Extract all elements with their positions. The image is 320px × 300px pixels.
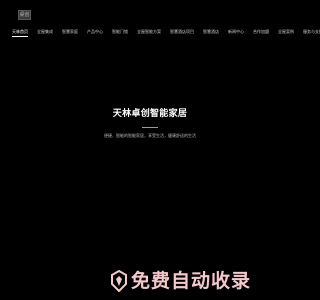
site-header: 桌创 天林首页 全屋集成 智慧家庭 产品中心 智能门锁 全屋智能方案 智慧酒店项… bbox=[0, 0, 320, 37]
nav-item-home[interactable]: 天林首页 bbox=[12, 28, 28, 37]
nav-item-smart-home[interactable]: 智慧家庭 bbox=[62, 28, 78, 36]
watermark-logo-icon bbox=[111, 270, 127, 292]
watermark: 免费自动收录 bbox=[110, 266, 300, 296]
nav-item-solutions[interactable]: 全屋智能方案 bbox=[137, 28, 161, 36]
logo-text: 桌创 bbox=[19, 11, 30, 18]
site-logo[interactable]: 桌创 bbox=[18, 10, 31, 20]
nav-item-smart-lock[interactable]: 智能门锁 bbox=[112, 28, 128, 36]
nav-item-support[interactable]: 服务与支持 bbox=[303, 28, 320, 36]
nav-item-smart-hotel[interactable]: 智慧酒店 bbox=[203, 28, 219, 36]
hero-divider bbox=[142, 127, 158, 128]
nav-item-news[interactable]: 新闻中心 bbox=[228, 28, 244, 36]
nav-item-franchise[interactable]: 合作加盟 bbox=[253, 28, 269, 36]
main-nav: 天林首页 全屋集成 智慧家庭 产品中心 智能门锁 全屋智能方案 智慧酒店项目 智… bbox=[12, 28, 320, 37]
nav-item-hotel-projects[interactable]: 智慧酒店项目 bbox=[170, 28, 194, 36]
nav-item-products[interactable]: 产品中心 bbox=[87, 28, 103, 36]
hero-subtitle: 便捷、智能的智能家居，享受生活，健康舒适的生活 bbox=[104, 133, 196, 138]
watermark-text: 免费自动收录 bbox=[131, 269, 252, 292]
hero-title: 天林卓创智能家居 bbox=[112, 109, 188, 119]
nav-item-whole-house[interactable]: 全屋集成 bbox=[37, 28, 53, 36]
nav-item-cases[interactable]: 全屋案例 bbox=[278, 28, 294, 36]
